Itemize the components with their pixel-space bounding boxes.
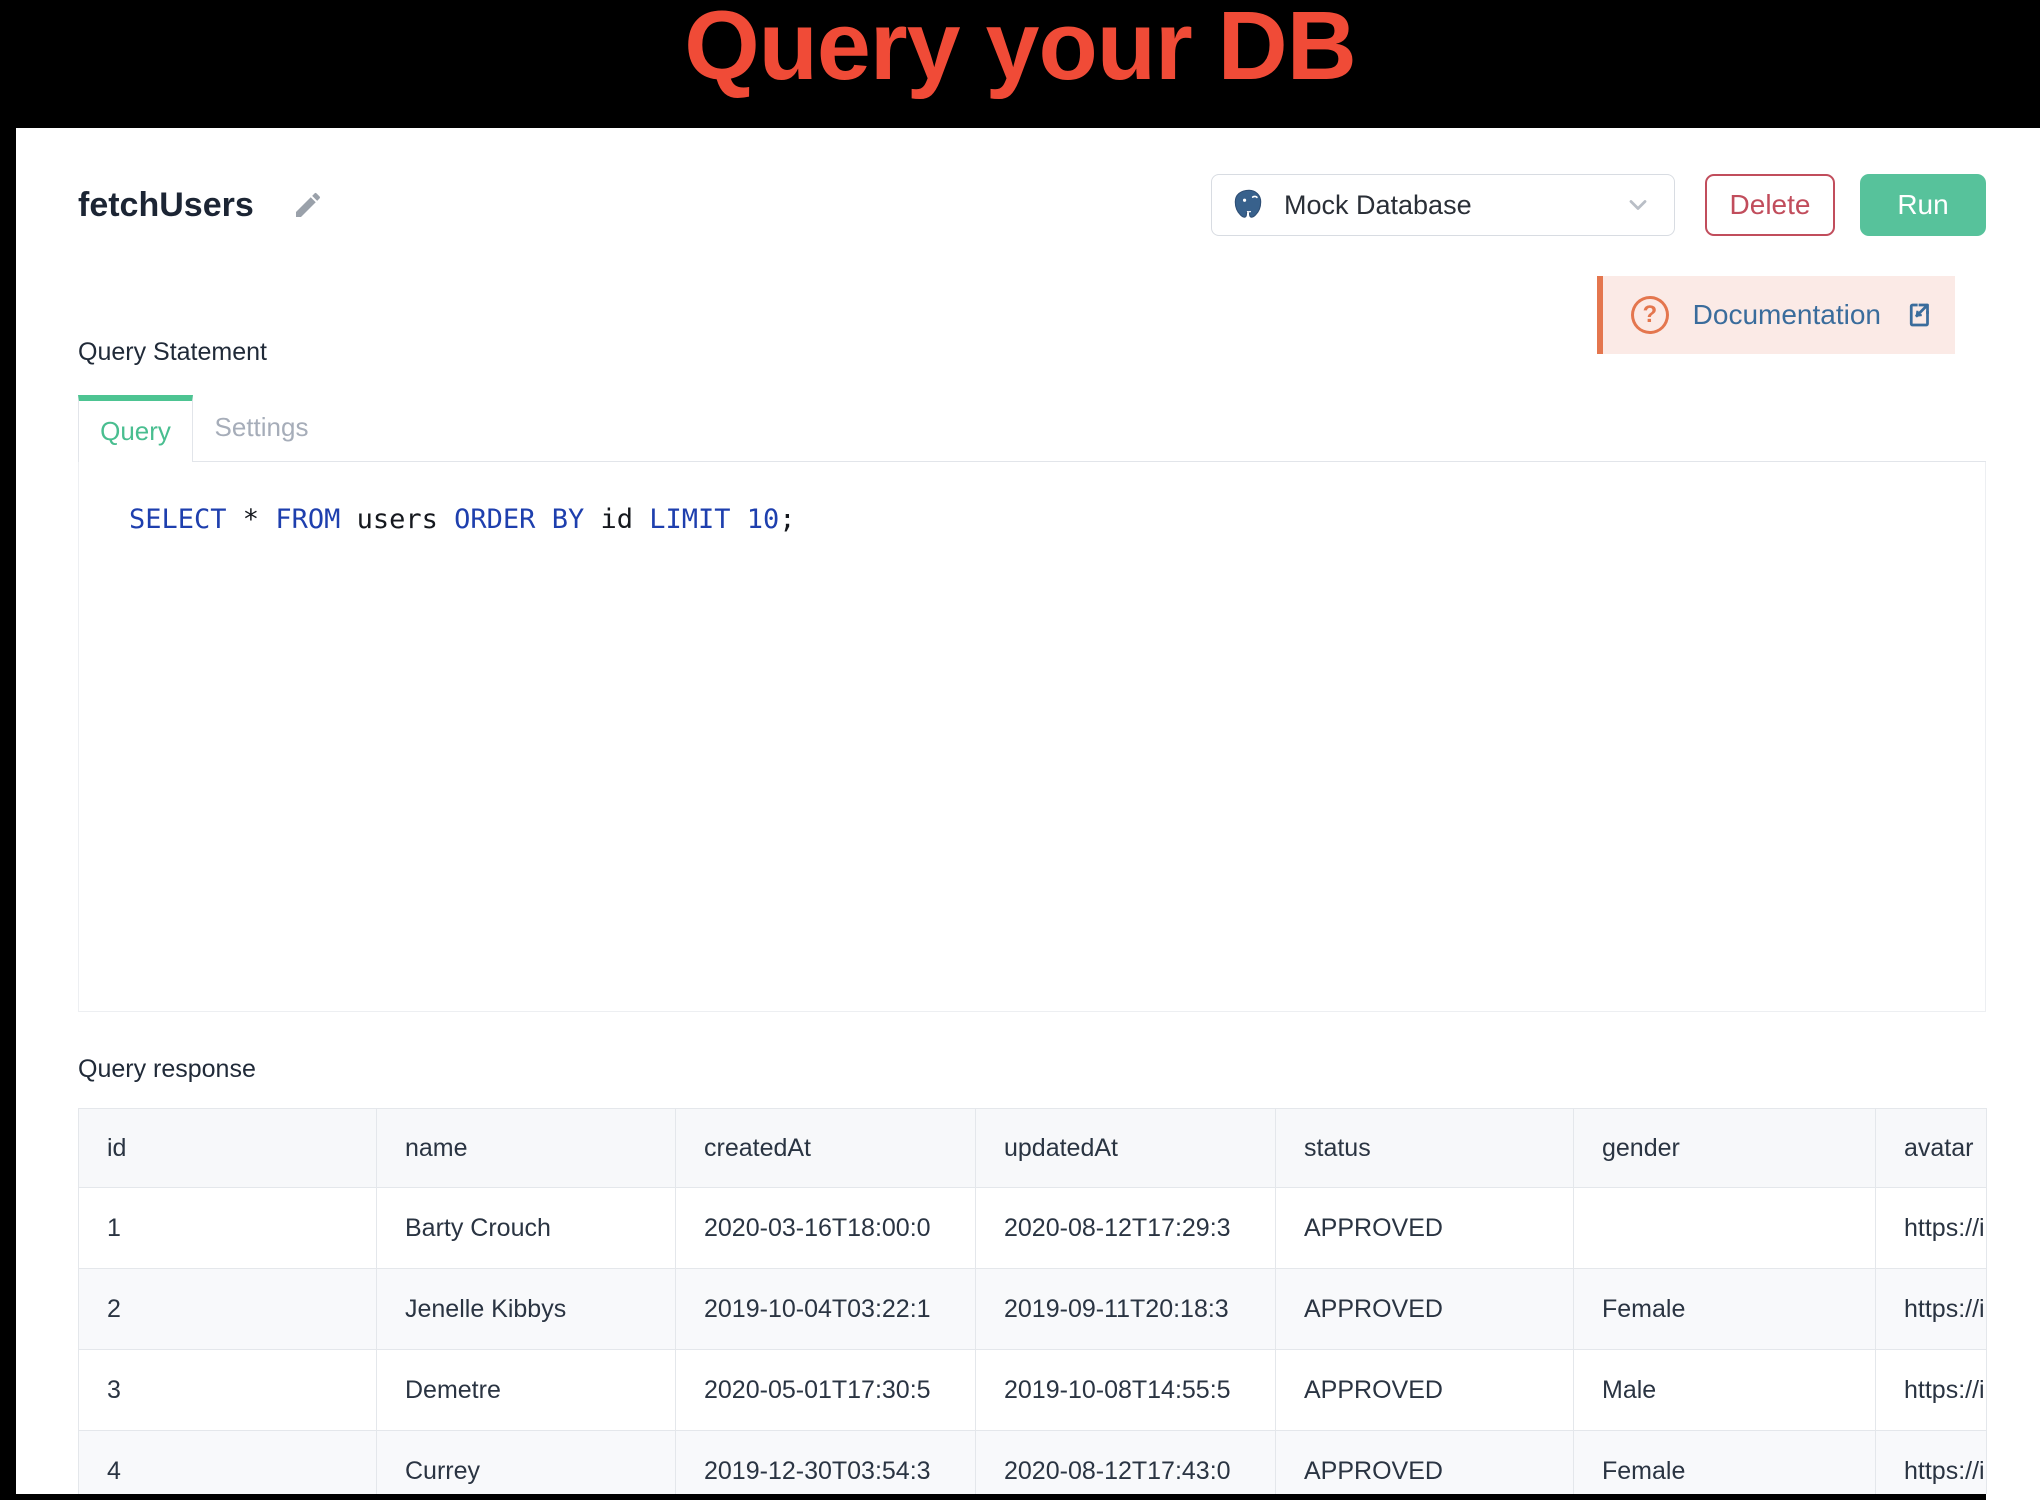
query-name: fetchUsers xyxy=(78,186,254,225)
chevron-down-icon xyxy=(1624,191,1652,219)
table-cell: 2 xyxy=(79,1269,377,1350)
tab-query[interactable]: Query xyxy=(78,395,193,462)
sql-token: LIMIT xyxy=(649,504,730,535)
sql-token: ; xyxy=(779,504,795,535)
column-header: updatedAt xyxy=(976,1109,1276,1188)
sql-token: FROM xyxy=(275,504,340,535)
table-cell: 2019-09-11T20:18:3 xyxy=(976,1269,1276,1350)
table-cell: Currey xyxy=(377,1431,676,1495)
postgresql-icon xyxy=(1230,186,1268,224)
table-cell: 2020-08-12T17:29:3 xyxy=(976,1188,1276,1269)
sql-token: * xyxy=(227,504,276,535)
table-row: 4Currey2019-12-30T03:54:32020-08-12T17:4… xyxy=(79,1431,1987,1495)
sql-token: ORDER BY xyxy=(454,504,584,535)
table-cell: APPROVED xyxy=(1276,1188,1574,1269)
column-header: name xyxy=(377,1109,676,1188)
corner-fill xyxy=(1986,1494,2040,1500)
database-selector[interactable]: Mock Database xyxy=(1211,174,1675,236)
sql-token xyxy=(731,504,747,535)
table-cell: 2019-10-04T03:22:1 xyxy=(676,1269,976,1350)
table-cell: 2020-08-12T17:43:0 xyxy=(976,1431,1276,1495)
table-cell: 2019-10-08T14:55:5 xyxy=(976,1350,1276,1431)
table-cell: APPROVED xyxy=(1276,1350,1574,1431)
edit-pencil-icon[interactable] xyxy=(292,189,324,221)
table-row: 2Jenelle Kibbys2019-10-04T03:22:12019-09… xyxy=(79,1269,1987,1350)
export-icon xyxy=(1905,300,1935,330)
run-button[interactable]: Run xyxy=(1860,174,1986,236)
query-response-label: Query response xyxy=(78,1055,1986,1084)
table-cell: Barty Crouch xyxy=(377,1188,676,1269)
table-cell: APPROVED xyxy=(1276,1431,1574,1495)
sql-editor[interactable]: SELECT * FROM users ORDER BY id LIMIT 10… xyxy=(78,462,1986,1012)
table-cell: 1 xyxy=(79,1188,377,1269)
table-cell: 2019-12-30T03:54:3 xyxy=(676,1431,976,1495)
top-banner: Query your DB xyxy=(0,0,2040,128)
tab-settings[interactable]: Settings xyxy=(193,394,330,461)
help-question-icon: ? xyxy=(1631,296,1669,334)
sql-token: 10 xyxy=(747,504,780,535)
column-header: gender xyxy=(1574,1109,1876,1188)
table-cell: https://im xyxy=(1876,1431,1987,1495)
table-cell: 2020-05-01T17:30:5 xyxy=(676,1350,976,1431)
response-table-wrap: idnamecreatedAtupdatedAtstatusgenderavat… xyxy=(78,1108,1986,1494)
sql-token: SELECT xyxy=(129,504,227,535)
column-header: status xyxy=(1276,1109,1574,1188)
column-header: avatar xyxy=(1876,1109,1987,1188)
table-cell: 4 xyxy=(79,1431,377,1495)
table-cell: https://im xyxy=(1876,1269,1987,1350)
table-row: 1Barty Crouch2020-03-16T18:00:02020-08-1… xyxy=(79,1188,1987,1269)
editor-tabs: Query Settings xyxy=(78,394,1986,462)
table-cell xyxy=(1574,1188,1876,1269)
sql-token: id xyxy=(584,504,649,535)
query-header: fetchUsers Mock Database xyxy=(78,174,1986,236)
column-header: id xyxy=(79,1109,377,1188)
table-cell: Jenelle Kibbys xyxy=(377,1269,676,1350)
documentation-label: Documentation xyxy=(1693,299,1881,331)
table-cell: Female xyxy=(1574,1269,1876,1350)
delete-button[interactable]: Delete xyxy=(1705,174,1835,236)
documentation-link[interactable]: ? Documentation xyxy=(1597,276,1955,354)
sql-line: SELECT * FROM users ORDER BY id LIMIT 10… xyxy=(129,504,1985,535)
table-cell: https://im xyxy=(1876,1350,1987,1431)
table-header-row: idnamecreatedAtupdatedAtstatusgenderavat… xyxy=(79,1109,1987,1188)
table-cell: Male xyxy=(1574,1350,1876,1431)
table-row: 3Demetre2020-05-01T17:30:52019-10-08T14:… xyxy=(79,1350,1987,1431)
table-cell: Demetre xyxy=(377,1350,676,1431)
database-selector-value: Mock Database xyxy=(1284,190,1472,221)
page: Query your DB fetchUsers xyxy=(0,0,2040,1500)
table-cell: Female xyxy=(1574,1431,1876,1495)
app-panel: fetchUsers Mock Database xyxy=(16,128,2040,1494)
column-header: createdAt xyxy=(676,1109,976,1188)
banner-title: Query your DB xyxy=(684,0,1356,93)
table-cell: 2020-03-16T18:00:0 xyxy=(676,1188,976,1269)
sql-token: users xyxy=(340,504,454,535)
table-cell: APPROVED xyxy=(1276,1269,1574,1350)
table-cell: 3 xyxy=(79,1350,377,1431)
table-cell: https://im xyxy=(1876,1188,1987,1269)
response-table: idnamecreatedAtupdatedAtstatusgenderavat… xyxy=(78,1108,1987,1494)
